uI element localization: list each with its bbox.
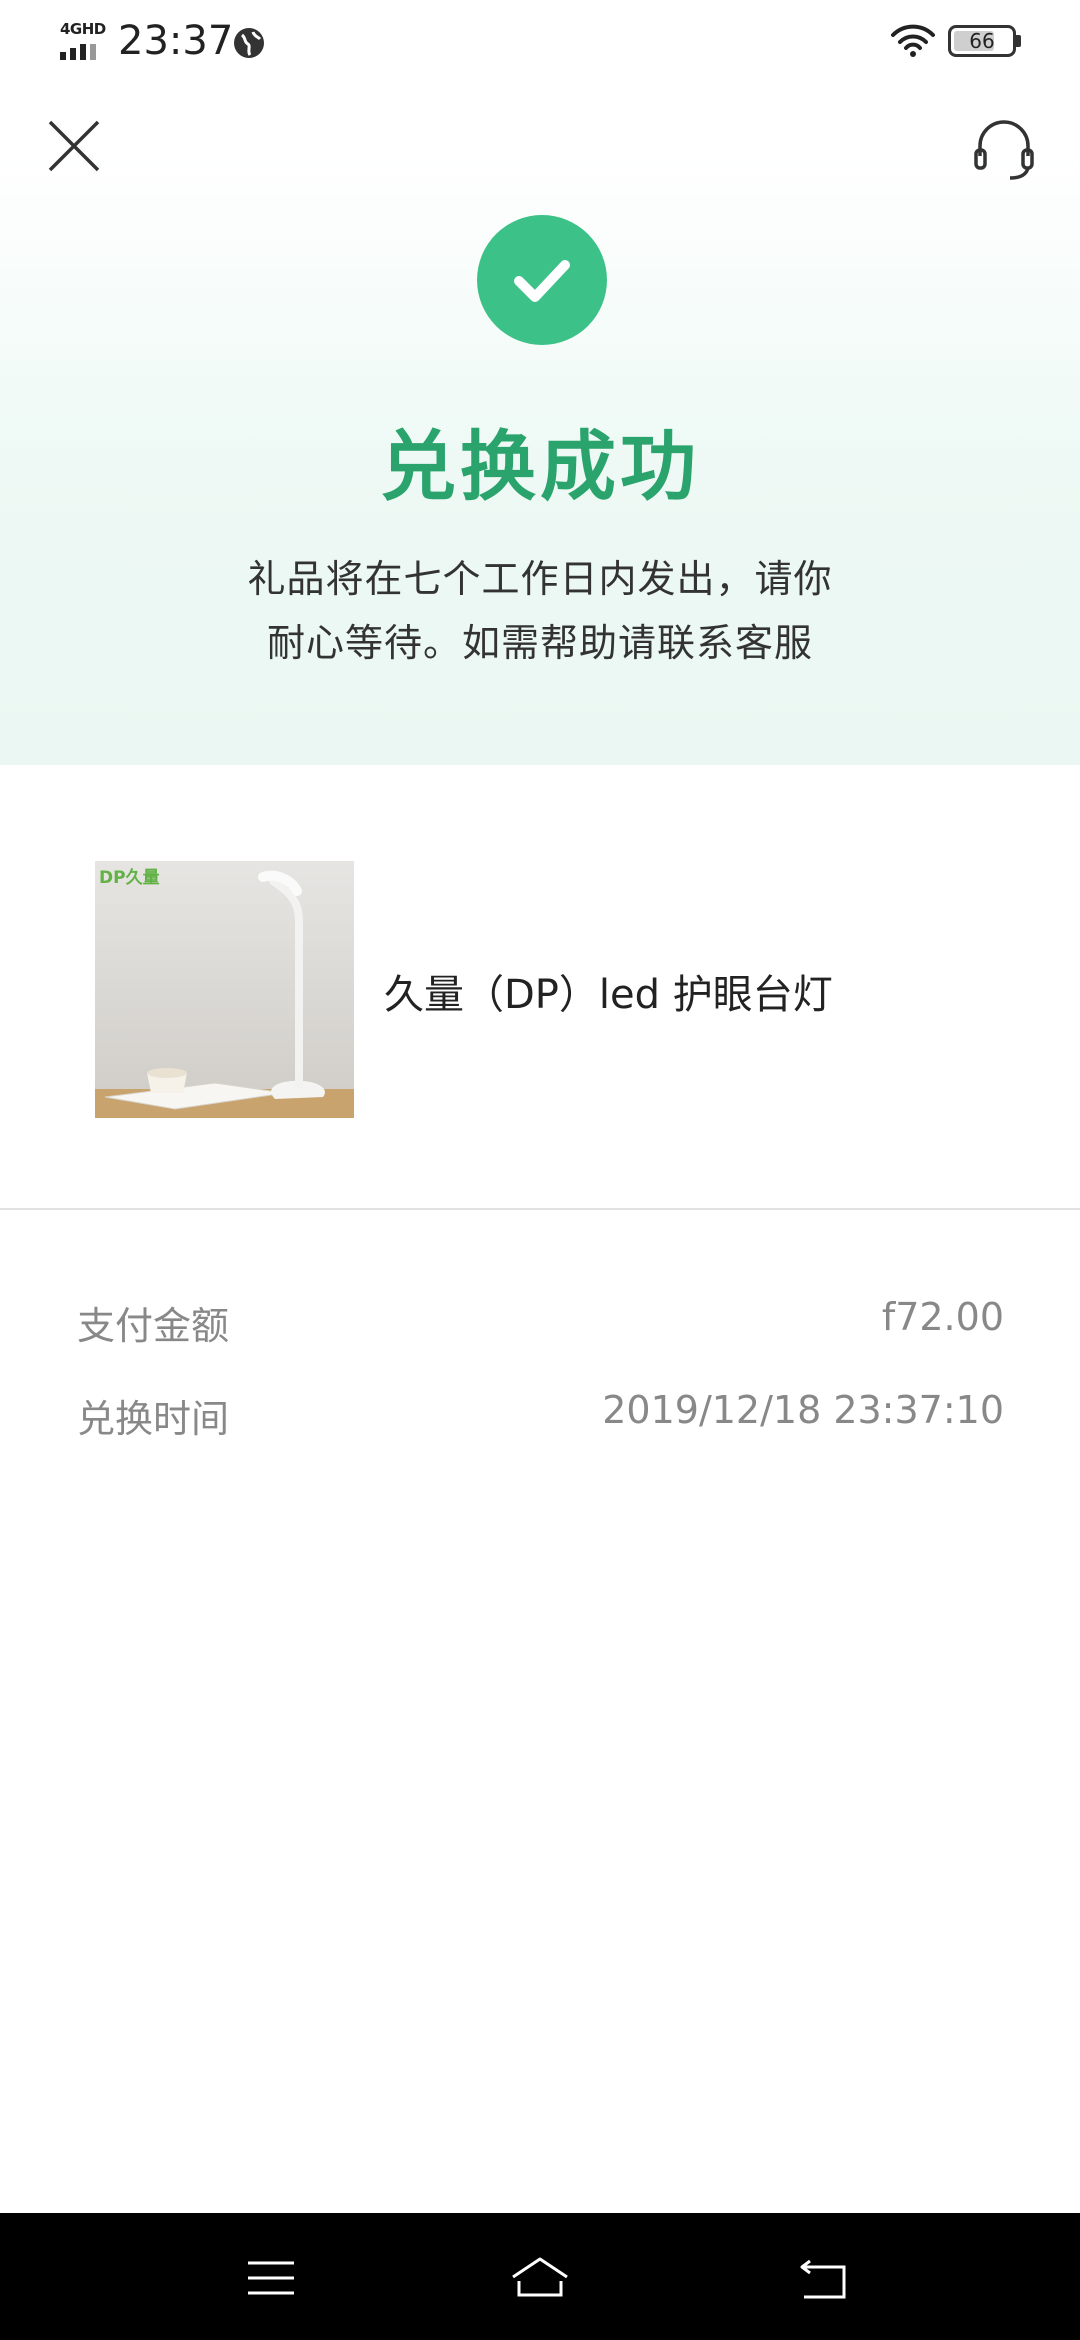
menu-icon[interactable] [236, 2243, 306, 2313]
product-image-brand: DP久量 [99, 868, 160, 888]
wifi-icon [891, 24, 935, 57]
product-image[interactable]: DP久量 [95, 861, 354, 1118]
signal-icon: 4GHD [58, 20, 108, 62]
network-type: 4GHD [60, 20, 106, 38]
payment-amount-label: 支付金额 [77, 1304, 230, 1348]
status-time: 23:37 [118, 18, 234, 64]
home-icon[interactable] [505, 2243, 575, 2313]
battery-icon: 66 [948, 25, 1022, 57]
divider [0, 1208, 1080, 1210]
exchange-time-value: 2019/12/18 23:37:10 [602, 1388, 1004, 1432]
battery-level: 66 [969, 29, 995, 53]
back-icon[interactable] [788, 2243, 858, 2313]
success-description-line1: 礼品将在七个工作日内发出，请你 [247, 557, 833, 601]
navigation-bar [0, 2213, 1080, 2340]
exchange-success-page: 4GHD 23:37 66 兑换成功 礼品将在七个工作日内发出，请你 耐心等待。… [0, 0, 1080, 2340]
payment-amount-value: f72.00 [881, 1295, 1004, 1339]
status-bar: 4GHD 23:37 66 [0, 0, 1080, 90]
success-description: 礼品将在七个工作日内发出，请你 耐心等待。如需帮助请联系客服 [200, 547, 880, 675]
success-check-icon [477, 215, 607, 345]
close-icon[interactable] [40, 112, 108, 180]
success-description-line2: 耐心等待。如需帮助请联系客服 [266, 621, 813, 665]
customer-service-icon[interactable] [966, 112, 1042, 188]
globe-icon [234, 28, 264, 58]
success-title: 兑换成功 [380, 422, 700, 511]
exchange-time-label: 兑换时间 [77, 1397, 230, 1441]
product-name[interactable]: 久量（DP）led 护眼台灯 [384, 962, 833, 1020]
